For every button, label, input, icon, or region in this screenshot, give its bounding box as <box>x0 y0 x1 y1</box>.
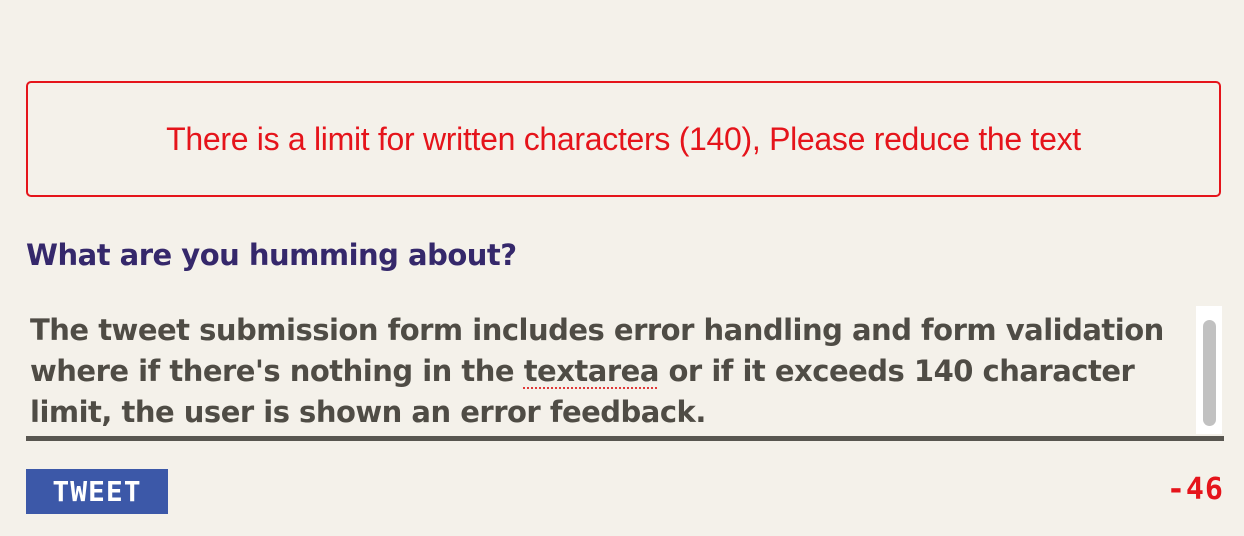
tweet-textarea[interactable]: The tweet submission form includes error… <box>26 306 1224 441</box>
character-counter: -46 <box>1166 472 1224 507</box>
textarea-scrollbar[interactable] <box>1196 306 1222 434</box>
tweet-textarea-text[interactable]: The tweet submission form includes error… <box>30 310 1190 433</box>
error-feedback-box: There is a limit for written characters … <box>26 81 1221 197</box>
tweet-button[interactable]: TWEET <box>26 469 168 514</box>
misspelled-word: textarea <box>523 354 660 388</box>
scrollbar-thumb[interactable] <box>1203 320 1216 426</box>
error-message: There is a limit for written characters … <box>166 120 1081 157</box>
tweet-prompt-label: What are you humming about? <box>26 238 517 272</box>
